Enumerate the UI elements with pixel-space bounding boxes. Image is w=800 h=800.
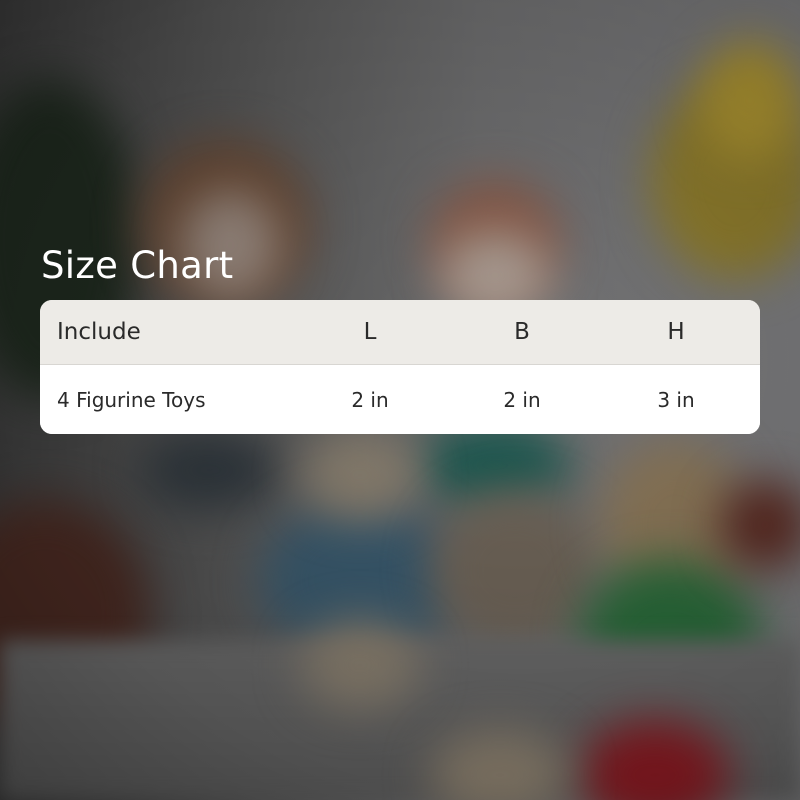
cell-breadth: 2 in [503,387,541,412]
cell-include: 4 Figurine Toys [57,387,206,412]
column-header-include: Include [57,319,141,345]
page-title: Size Chart [41,244,234,287]
column-header-breadth: B [514,319,530,345]
table-row: 4 Figurine Toys 2 in 2 in 3 in [40,365,760,434]
cell-height: 3 in [657,387,695,412]
column-header-height: H [667,319,685,345]
column-header-length: L [363,319,377,345]
size-chart-table: Include L B H 4 Figurine Toys 2 in 2 in … [40,300,760,434]
cell-length: 2 in [351,387,389,412]
table-header-row: Include L B H [40,300,760,365]
